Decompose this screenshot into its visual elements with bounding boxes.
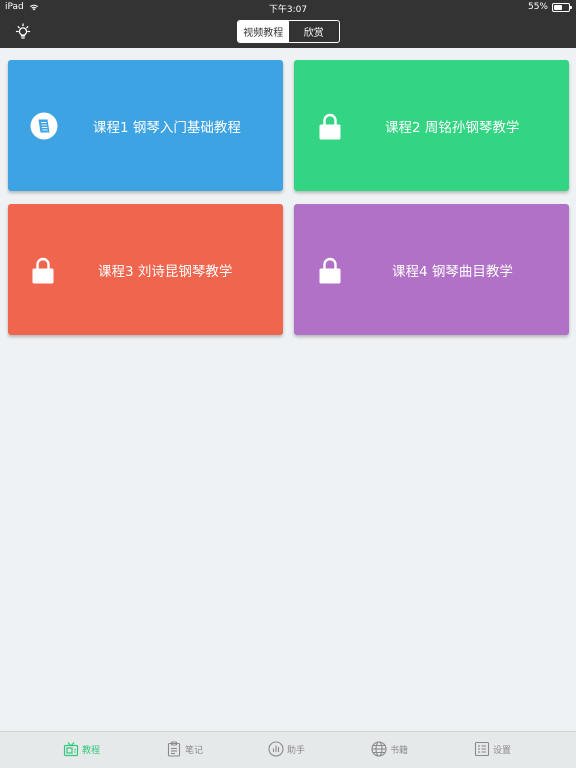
clipboard-icon: [167, 741, 181, 757]
lightbulb-icon[interactable]: [13, 22, 33, 42]
course-label-3: 课程3 刘诗昆钢琴教学: [98, 263, 233, 280]
chart-icon: [268, 741, 284, 757]
nav-bar: 视频教程 欣赏: [0, 16, 576, 48]
tv-icon: [63, 742, 79, 757]
course-card-4[interactable]: 课程4 钢琴曲目教学: [294, 204, 569, 335]
tab-tutorial[interactable]: 教程: [63, 741, 100, 757]
course-card-1[interactable]: 课程1 钢琴入门基础教程: [8, 60, 283, 191]
battery-fill: [554, 4, 562, 10]
status-bar: iPad 下午3:07 55%: [0, 0, 576, 16]
course-card-3[interactable]: 课程3 刘诗昆钢琴教学: [8, 204, 283, 335]
battery-icon: [552, 2, 572, 12]
course-label-4: 课程4 钢琴曲目教学: [392, 263, 513, 280]
battery-percent: 55%: [527, 2, 548, 12]
tab-label-tutorial: 教程: [82, 745, 101, 756]
segmented-control: 视频教程 欣赏: [237, 20, 340, 43]
tab-assistant[interactable]: 助手: [268, 741, 305, 757]
segment-video-tutorial[interactable]: 视频教程: [238, 21, 289, 42]
status-time: 下午3:07: [268, 5, 308, 15]
tab-notes[interactable]: 笔记: [166, 741, 203, 757]
tab-bar: 教程 笔记 助手 书籍 设置: [0, 731, 576, 768]
settings-list-icon: [474, 741, 490, 757]
tab-books[interactable]: 书籍: [371, 741, 408, 757]
course-card-2[interactable]: 课程2 周铭孙钢琴教学: [294, 60, 569, 191]
tab-label-assistant: 助手: [287, 745, 306, 756]
globe-icon: [371, 741, 387, 757]
book-icon: [30, 112, 58, 139]
tab-label-books: 书籍: [390, 745, 409, 756]
lock-icon: [319, 113, 341, 139]
lock-icon: [32, 257, 54, 283]
lock-icon: [319, 257, 341, 283]
segment-appreciate[interactable]: 欣赏: [289, 21, 340, 42]
tab-settings[interactable]: 设置: [474, 741, 511, 757]
course-label-2: 课程2 周铭孙钢琴教学: [385, 119, 520, 136]
course-label-1: 课程1 钢琴入门基础教程: [93, 119, 241, 136]
tab-label-settings: 设置: [493, 745, 512, 756]
tab-label-notes: 笔记: [185, 745, 204, 756]
